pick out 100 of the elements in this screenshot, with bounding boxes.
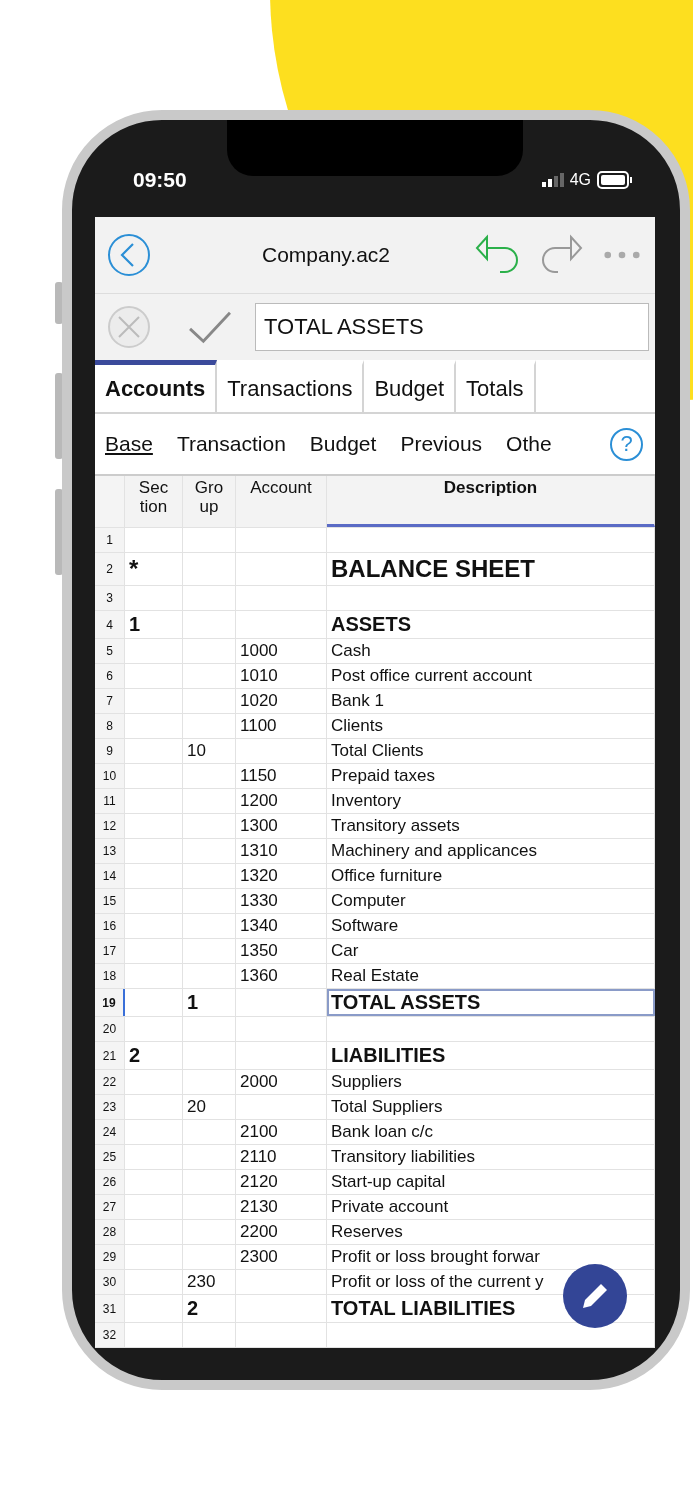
table-cell: 1 (183, 989, 236, 1016)
document-title: Company.ac2 (261, 243, 391, 267)
table-cell: Transitory assets (327, 814, 655, 838)
table-cell: 1010 (236, 664, 327, 688)
battery-icon (597, 170, 633, 189)
table-cell: 20 (183, 1095, 236, 1119)
table-cell: 1310 (236, 839, 327, 863)
row-number: 16 (95, 914, 125, 938)
table-cell: Car (327, 939, 655, 963)
table-cell: 1150 (236, 764, 327, 788)
column-header[interactable]: Description (327, 476, 655, 527)
table-cell: 10 (183, 739, 236, 763)
table-cell: Software (327, 914, 655, 938)
table-cell: * (125, 553, 183, 585)
row-number: 6 (95, 664, 125, 688)
table-cell: 1000 (236, 639, 327, 663)
table-cell: 1340 (236, 914, 327, 938)
cell-edit-field[interactable]: TOTAL ASSETS (255, 303, 649, 351)
table-cell: Total Clients (327, 739, 655, 763)
table-cell: Prepaid taxes (327, 764, 655, 788)
table-cell: Bank loan c/c (327, 1120, 655, 1144)
table-cell: BALANCE SHEET (327, 553, 655, 585)
table-cell: Post office current account (327, 664, 655, 688)
row-number: 9 (95, 739, 125, 763)
table-cell: 230 (183, 1270, 236, 1294)
table-cell: 1320 (236, 864, 327, 888)
row-number: 19 (95, 989, 125, 1016)
table-cell: 1360 (236, 964, 327, 988)
table-cell: 2300 (236, 1245, 327, 1269)
row-number: 7 (95, 689, 125, 713)
table-cell: Suppliers (327, 1070, 655, 1094)
table-cell: 2100 (236, 1120, 327, 1144)
column-header[interactable]: Gro up (183, 476, 236, 527)
column-header[interactable]: Account (236, 476, 327, 527)
row-number: 26 (95, 1170, 125, 1194)
table-cell: 1100 (236, 714, 327, 738)
view-tab[interactable]: Budget (307, 432, 389, 456)
table-cell: Private account (327, 1195, 655, 1219)
row-number: 30 (95, 1270, 125, 1294)
row-number: 29 (95, 1245, 125, 1269)
table-cell: 1 (125, 611, 183, 638)
table-cell: Bank 1 (327, 689, 655, 713)
signal-icon (541, 172, 564, 187)
table-cell: Reserves (327, 1220, 655, 1244)
table-cell: 1350 (236, 939, 327, 963)
row-number: 10 (95, 764, 125, 788)
table-cell: 2110 (236, 1145, 327, 1169)
table-cell: 2200 (236, 1220, 327, 1244)
view-tab[interactable]: Transaction (174, 432, 298, 456)
row-number: 31 (95, 1295, 125, 1322)
view-tab[interactable]: Base (103, 432, 165, 456)
row-number: 17 (95, 939, 125, 963)
table-cell: 2120 (236, 1170, 327, 1194)
row-number: 15 (95, 889, 125, 913)
table-cell: Cash (327, 639, 655, 663)
row-number: 8 (95, 714, 125, 738)
row-number: 14 (95, 864, 125, 888)
row-number: 22 (95, 1070, 125, 1094)
table-cell: 1200 (236, 789, 327, 813)
row-number: 25 (95, 1145, 125, 1169)
row-number: 32 (95, 1323, 125, 1347)
table-cell: 2130 (236, 1195, 327, 1219)
table-cell: Total Suppliers (327, 1095, 655, 1119)
status-time: 09:50 (133, 167, 187, 192)
tab[interactable]: Accounts (95, 360, 218, 412)
network-label: 4G (569, 170, 591, 189)
row-number: 28 (95, 1220, 125, 1244)
view-tab[interactable]: Othe (504, 432, 564, 456)
row-number: 4 (95, 611, 125, 638)
row-number: 18 (95, 964, 125, 988)
table-cell: Transitory liabilities (327, 1145, 655, 1169)
view-tab[interactable]: Previous (398, 432, 495, 456)
row-number: 5 (95, 639, 125, 663)
table-cell: Machinery and applicances (327, 839, 655, 863)
back-icon[interactable] (107, 233, 151, 277)
cancel-icon[interactable] (107, 305, 151, 349)
table-cell: Real Estate (327, 964, 655, 988)
row-number: 21 (95, 1042, 125, 1069)
table-cell: LIABILITIES (327, 1042, 655, 1069)
table-cell: Inventory (327, 789, 655, 813)
row-number: 11 (95, 789, 125, 813)
help-button[interactable]: ? (610, 427, 643, 461)
table-cell: 1330 (236, 889, 327, 913)
row-number: 12 (95, 814, 125, 838)
row-number: 24 (95, 1120, 125, 1144)
table-cell: TOTAL ASSETS (327, 989, 655, 1016)
table-cell: 2 (183, 1295, 236, 1322)
table-cell: 2000 (236, 1070, 327, 1094)
table-cell: ASSETS (327, 611, 655, 638)
table-cell: 2 (125, 1042, 183, 1069)
pencil-icon (580, 1281, 610, 1311)
table-cell: 1020 (236, 689, 327, 713)
table-cell: Office furniture (327, 864, 655, 888)
more-icon[interactable] (603, 250, 641, 260)
row-number: 23 (95, 1095, 125, 1119)
row-number: 13 (95, 839, 125, 863)
table-cell: Computer (327, 889, 655, 913)
column-header[interactable]: Sec tion (125, 476, 183, 527)
row-number: 27 (95, 1195, 125, 1219)
row-number: 1 (95, 528, 125, 552)
